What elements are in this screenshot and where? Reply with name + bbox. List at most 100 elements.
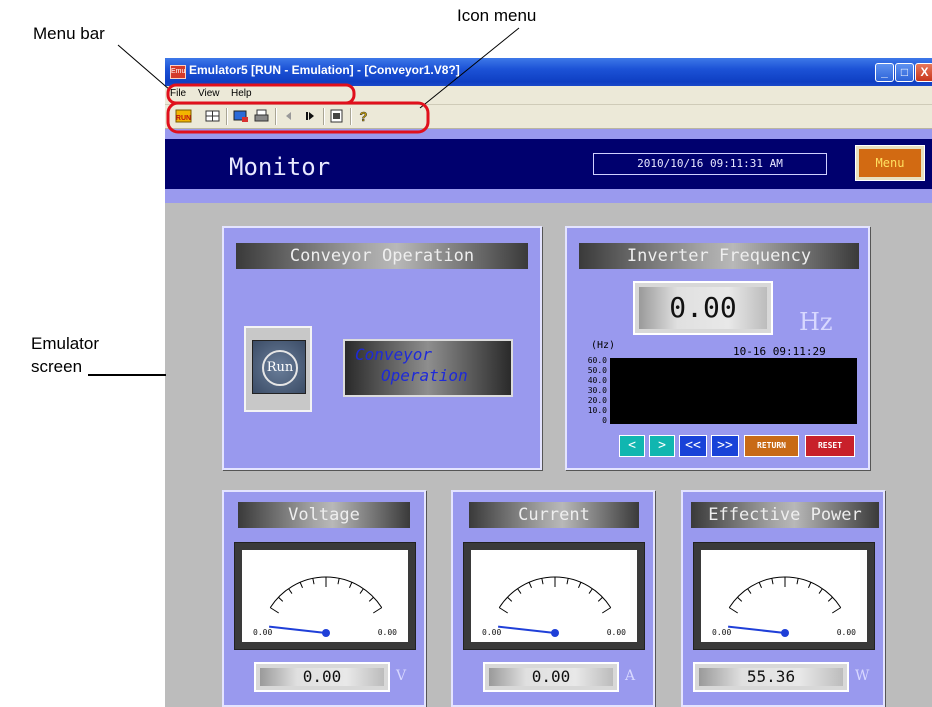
emulator-screen-callout-line1: Emulator bbox=[31, 334, 100, 353]
screen-top-strip bbox=[165, 129, 932, 139]
trend-graph bbox=[611, 358, 857, 424]
graph-last-button[interactable]: >> bbox=[711, 435, 739, 457]
power-value: 55.36 bbox=[746, 667, 796, 686]
graph-y-tick: 20.0 bbox=[587, 396, 607, 405]
inverter-frequency-title: Inverter Frequency bbox=[579, 243, 859, 269]
power-readout: 55.36 bbox=[693, 662, 849, 692]
voltage-readout: 0.00 bbox=[254, 662, 390, 692]
emulator-screen-callout-line2: screen bbox=[31, 357, 83, 376]
effective-power-title: Effective Power bbox=[691, 502, 879, 528]
power-unit: W bbox=[855, 668, 870, 684]
power-min-label: 0.00 bbox=[712, 628, 732, 637]
conveyor-status-line2: Operation bbox=[381, 366, 468, 385]
graph-timestamp: 10-16 09:11:29 bbox=[733, 345, 826, 358]
voltage-gauge: 0.00 0.00 bbox=[234, 542, 416, 650]
toolbar-separator bbox=[323, 108, 325, 125]
conveyor-status-line1: Conveyor bbox=[355, 345, 433, 364]
icon-menu-callout: Icon menu bbox=[457, 6, 537, 25]
grid-icon[interactable] bbox=[204, 108, 221, 124]
graph-y-tick: 60.0 bbox=[587, 356, 607, 365]
voltage-min-label: 0.00 bbox=[253, 628, 273, 637]
current-min-label: 0.00 bbox=[482, 628, 502, 637]
graph-y-tick: 50.0 bbox=[587, 366, 607, 375]
current-value: 0.00 bbox=[531, 667, 571, 686]
graph-next-button[interactable]: > bbox=[649, 435, 675, 457]
graph-unit-label: (Hz) bbox=[591, 340, 616, 351]
frequency-value: 0.00 bbox=[669, 291, 737, 324]
graph-y-tick: 0 bbox=[602, 416, 607, 425]
maximize-button[interactable]: □ bbox=[895, 63, 914, 82]
current-title: Current bbox=[469, 502, 639, 528]
graph-y-tick: 10.0 bbox=[587, 406, 607, 415]
menu-button-label: Menu bbox=[859, 149, 921, 177]
voltage-unit: V bbox=[396, 668, 407, 684]
run-button-label: Run bbox=[262, 350, 298, 386]
frequency-unit: Hz bbox=[799, 308, 833, 336]
close-icon: X bbox=[920, 65, 929, 79]
page-icon[interactable] bbox=[328, 108, 345, 124]
svg-text:RUN: RUN bbox=[176, 115, 191, 122]
voltage-title: Voltage bbox=[238, 502, 410, 528]
window-title: Emulator5 [RUN - Emulation] - [Conveyor1… bbox=[189, 63, 460, 77]
graph-first-button[interactable]: << bbox=[679, 435, 707, 457]
emulator-window: Emu Emulator5 [RUN - Emulation] - [Conve… bbox=[165, 58, 932, 707]
graph-nav-bar: < > << >> RETURN RESET bbox=[619, 435, 859, 457]
toolbar-separator bbox=[275, 108, 277, 125]
run-button[interactable]: Run bbox=[244, 326, 312, 412]
step-back-icon[interactable] bbox=[280, 108, 297, 124]
menu-bar: File View Help bbox=[165, 86, 932, 105]
inverter-frequency-panel: Inverter Frequency 0.00 Hz (Hz) 10-16 09… bbox=[565, 226, 870, 470]
graph-return-button[interactable]: RETURN bbox=[744, 435, 799, 457]
run-mode-icon[interactable]: RUN bbox=[175, 108, 192, 124]
current-readout: 0.00 bbox=[483, 662, 619, 692]
icon-toolbar: RUN ? bbox=[165, 105, 932, 129]
power-gauge-hub bbox=[781, 629, 789, 637]
menu-bar-leader-line bbox=[117, 44, 171, 91]
minimize-icon: _ bbox=[881, 65, 888, 79]
menu-file[interactable]: File bbox=[170, 88, 186, 99]
toolbar-separator bbox=[226, 108, 228, 125]
title-bar[interactable]: Emu Emulator5 [RUN - Emulation] - [Conve… bbox=[165, 58, 932, 86]
datetime-display: 2010/10/16 09:11:31 AM bbox=[593, 153, 827, 175]
menu-view[interactable]: View bbox=[198, 88, 220, 99]
menu-bar-callout: Menu bar bbox=[33, 24, 105, 43]
page-title: Monitor bbox=[229, 153, 331, 181]
voltage-gauge-needle bbox=[268, 625, 327, 634]
effective-power-panel: Effective Power 0.00 0.00 55.36 W bbox=[681, 490, 885, 707]
monitor-header: Monitor 2010/10/16 09:11:31 AM Menu bbox=[165, 139, 932, 189]
voltage-gauge-hub bbox=[322, 629, 330, 637]
voltage-panel: Voltage 0.00 0.00 0.00 V bbox=[222, 490, 426, 707]
app-icon: Emu bbox=[170, 65, 186, 79]
menu-help[interactable]: Help bbox=[231, 88, 252, 99]
help-icon[interactable]: ? bbox=[355, 108, 372, 125]
toolbar-separator bbox=[350, 108, 352, 125]
power-gauge: 0.00 0.00 bbox=[693, 542, 875, 650]
step-forward-icon[interactable] bbox=[301, 108, 318, 124]
print-icon[interactable] bbox=[253, 108, 270, 124]
menu-button[interactable]: Menu bbox=[855, 145, 925, 181]
graph-y-tick: 40.0 bbox=[587, 376, 607, 385]
screen-icon[interactable] bbox=[232, 108, 249, 124]
conveyor-operation-panel: Conveyor Operation Run Conveyor Operatio… bbox=[222, 226, 542, 470]
frequency-readout: 0.00 bbox=[633, 281, 773, 335]
graph-prev-button[interactable]: < bbox=[619, 435, 645, 457]
current-panel: Current 0.00 0.00 0.00 A bbox=[451, 490, 655, 707]
current-gauge: 0.00 0.00 bbox=[463, 542, 645, 650]
run-button-face: Run bbox=[252, 340, 306, 394]
current-max-label: 0.00 bbox=[606, 628, 626, 637]
graph-reset-button[interactable]: RESET bbox=[805, 435, 855, 457]
power-gauge-needle bbox=[727, 625, 786, 634]
conveyor-status-display: Conveyor Operation bbox=[343, 339, 513, 397]
maximize-icon: □ bbox=[900, 65, 909, 79]
current-unit: A bbox=[625, 668, 636, 684]
conveyor-operation-title: Conveyor Operation bbox=[236, 243, 528, 269]
svg-text:?: ? bbox=[360, 109, 368, 124]
current-gauge-hub bbox=[551, 629, 559, 637]
close-button[interactable]: X bbox=[915, 63, 932, 82]
power-max-label: 0.00 bbox=[836, 628, 856, 637]
screen-divider-strip bbox=[165, 189, 932, 203]
current-gauge-needle bbox=[497, 625, 556, 634]
voltage-max-label: 0.00 bbox=[377, 628, 397, 637]
minimize-button[interactable]: _ bbox=[875, 63, 894, 82]
graph-y-tick: 30.0 bbox=[587, 386, 607, 395]
